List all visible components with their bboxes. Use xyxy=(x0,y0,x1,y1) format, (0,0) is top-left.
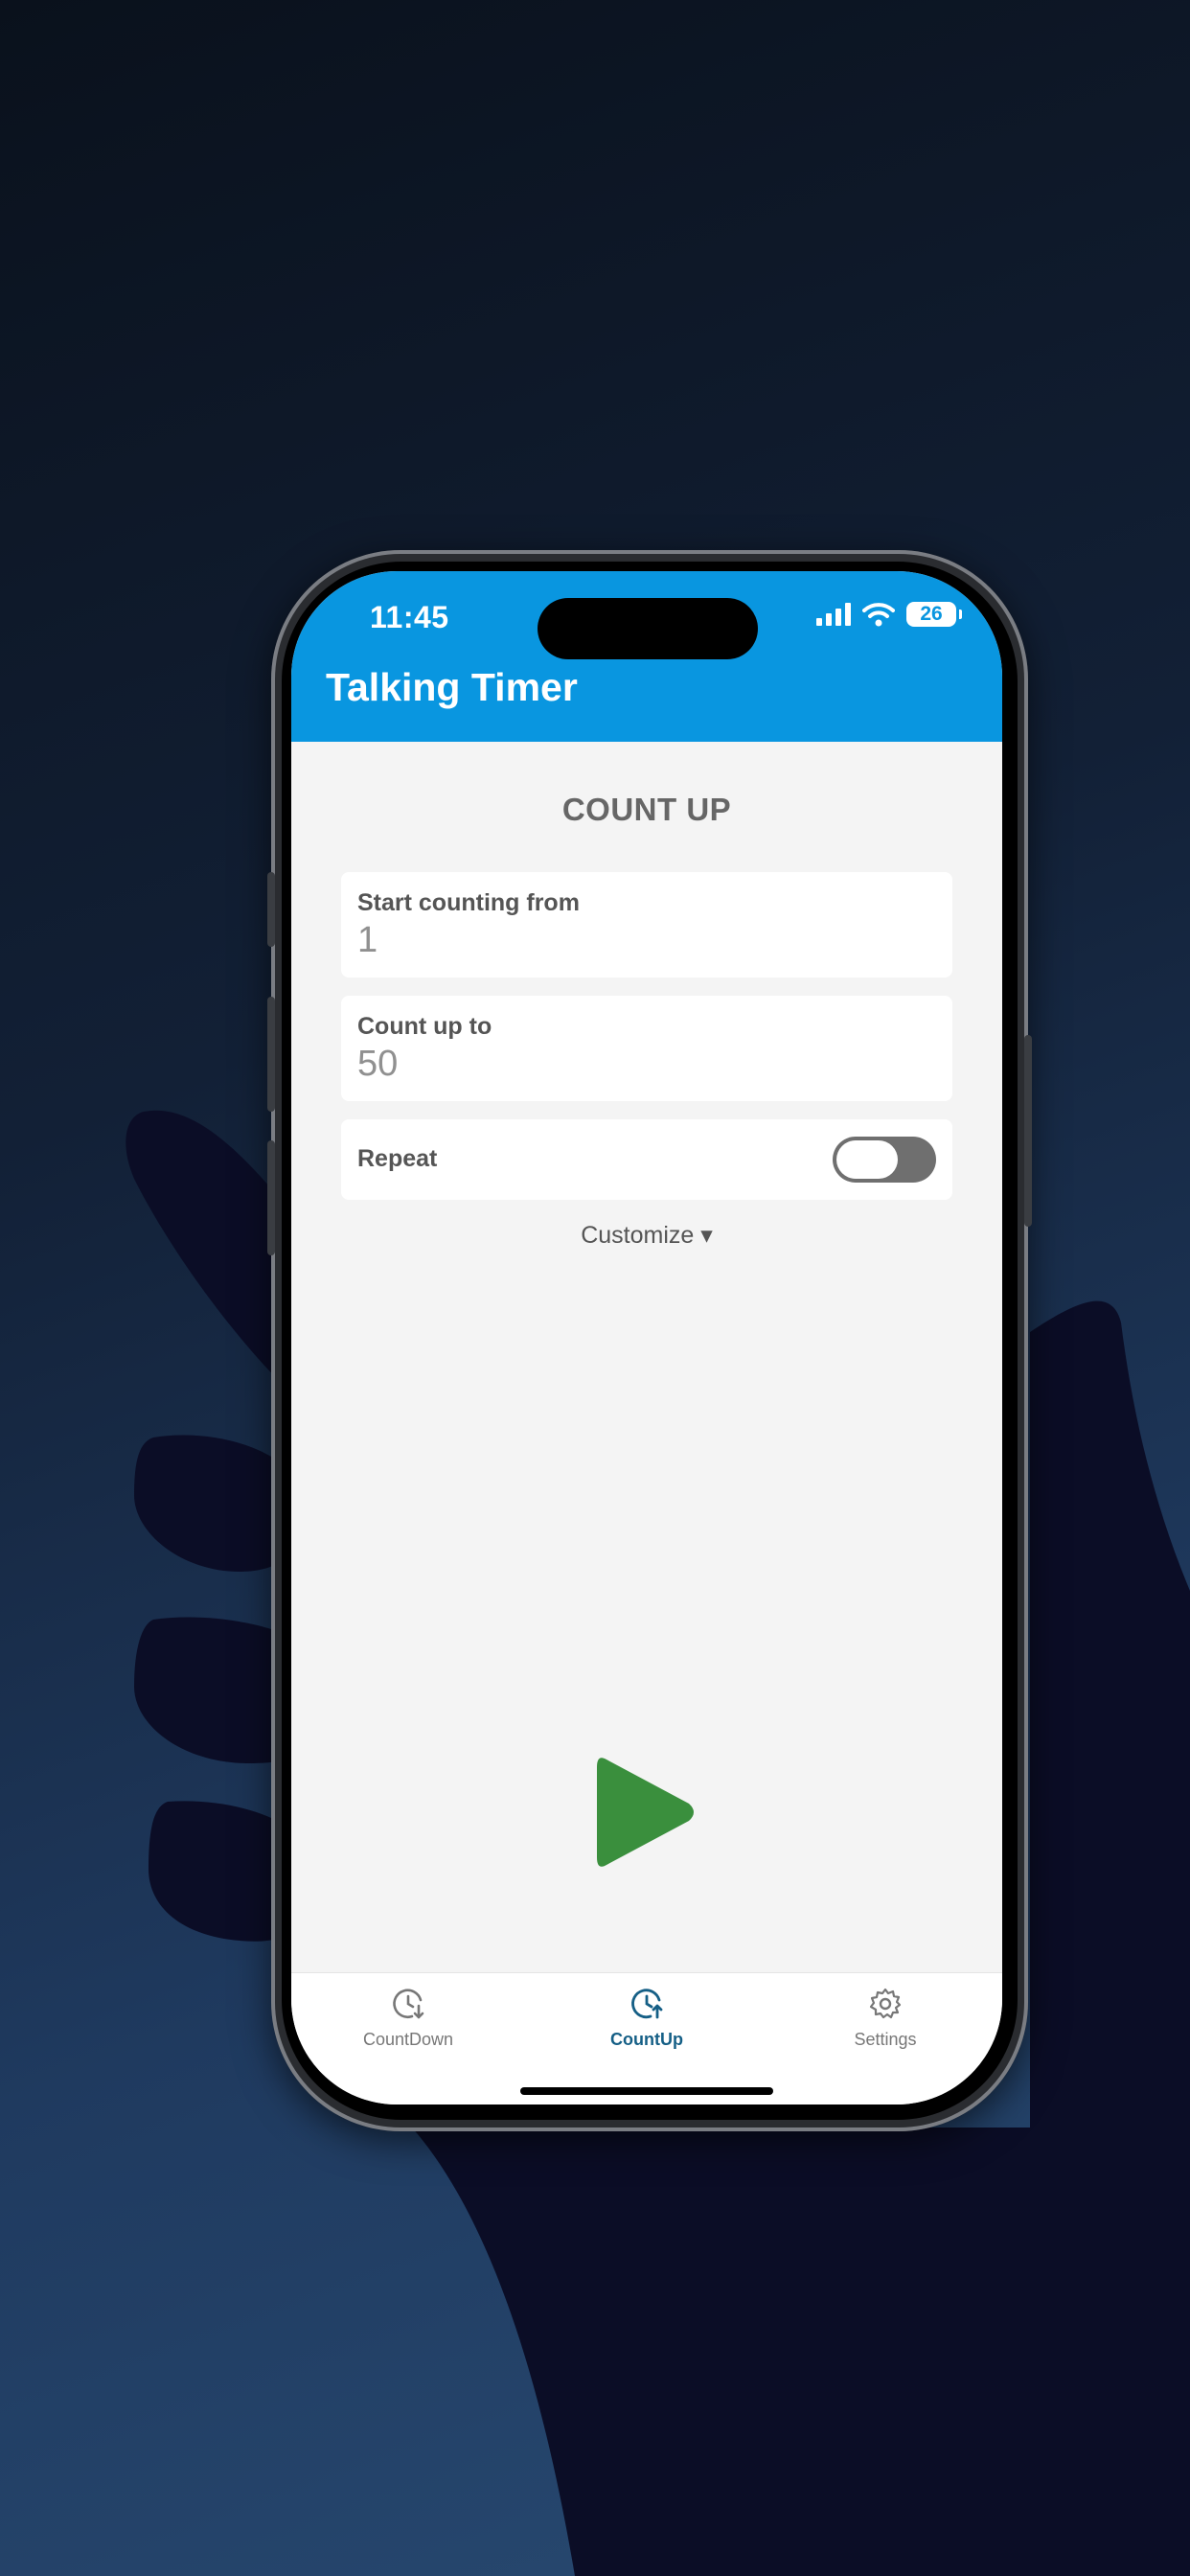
status-icons: 26 xyxy=(816,602,962,627)
start-count-field[interactable]: Start counting from 1 xyxy=(341,872,952,978)
section-title: COUNT UP xyxy=(561,792,732,827)
tab-countup[interactable]: CountUp xyxy=(551,1987,743,2050)
start-count-label: Start counting from xyxy=(357,889,580,916)
side-button-power xyxy=(1024,1035,1032,1227)
wifi-icon xyxy=(862,603,895,627)
tab-countup-label: CountUp xyxy=(610,2030,683,2049)
clock-up-icon xyxy=(631,1989,663,2019)
tab-settings[interactable]: Settings xyxy=(790,1987,981,2050)
battery-level: 26 xyxy=(920,603,943,625)
phone-screen: 11:45 26 Talking Timer COUNT UP Start co… xyxy=(291,571,1002,2104)
play-button[interactable] xyxy=(593,1752,698,1873)
tab-countdown[interactable]: CountDown xyxy=(312,1987,504,2050)
app-title: Talking Timer xyxy=(326,665,578,709)
repeat-toggle[interactable] xyxy=(833,1137,936,1183)
count-up-to-input[interactable]: 50 xyxy=(357,1044,398,1085)
status-time: 11:45 xyxy=(370,600,449,634)
customize-button[interactable]: Customize ▾ xyxy=(291,1221,1002,1250)
side-button-volume-up xyxy=(267,997,275,1112)
repeat-row: Repeat xyxy=(341,1119,952,1200)
count-up-to-field[interactable]: Count up to 50 xyxy=(341,996,952,1101)
tab-bar: CountDown CountUp Settings xyxy=(291,1972,1002,2104)
tab-countdown-label: CountDown xyxy=(362,2030,454,2049)
app-header: 11:45 26 Talking Timer xyxy=(291,571,1002,742)
toggle-knob xyxy=(836,1140,898,1179)
battery-indicator: 26 xyxy=(906,602,962,627)
dynamic-island xyxy=(538,598,758,659)
repeat-label: Repeat xyxy=(357,1145,438,1172)
home-indicator xyxy=(520,2087,773,2095)
side-button-action xyxy=(267,872,275,947)
tab-settings-label: Settings xyxy=(854,2030,917,2049)
start-count-input[interactable]: 1 xyxy=(357,920,378,961)
side-button-volume-down xyxy=(267,1140,275,1255)
signal-icon xyxy=(816,603,851,626)
clock-down-icon xyxy=(393,1989,424,2019)
gear-icon xyxy=(869,1988,902,2019)
count-up-to-label: Count up to xyxy=(357,1013,492,1040)
